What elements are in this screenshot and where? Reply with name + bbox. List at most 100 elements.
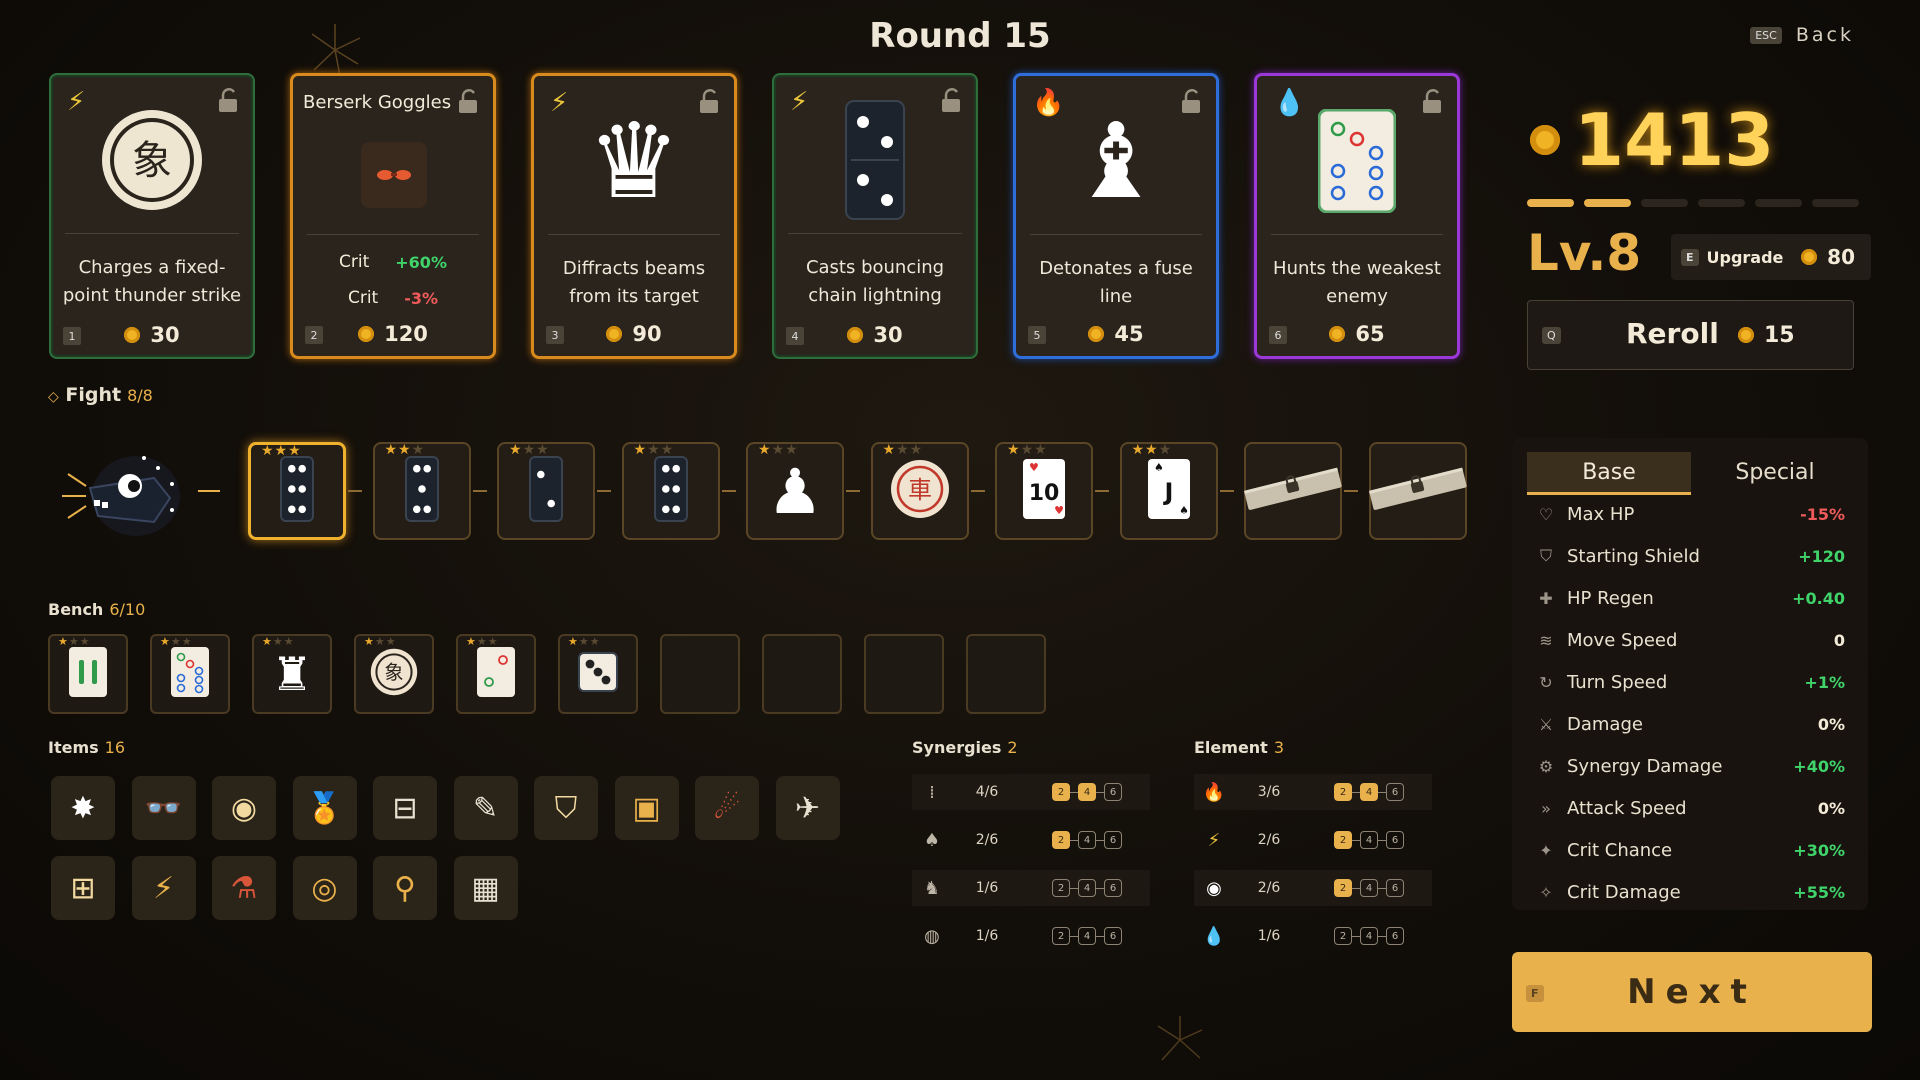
fight-slot[interactable]: ★★★ bbox=[372, 442, 471, 540]
stat-label: Crit Chance bbox=[1567, 839, 1673, 861]
next-button[interactable]: F Next bbox=[1512, 952, 1872, 1032]
fight-slot[interactable]: ★★★ 車 bbox=[870, 442, 969, 540]
synergy-row[interactable]: ♠ 2/6 2 4 6 bbox=[912, 822, 1150, 858]
reroll-button[interactable]: Q Reroll 15 bbox=[1527, 300, 1854, 370]
domino-piece bbox=[820, 100, 930, 220]
burst-icon[interactable]: ✸ bbox=[51, 776, 115, 840]
target-stick-icon[interactable]: ◎ bbox=[292, 856, 357, 920]
tray-icon[interactable]: ⊞ bbox=[51, 856, 115, 920]
mahjong-tile-piece bbox=[1302, 106, 1412, 216]
dumbbell-icon[interactable]: ⊟ bbox=[373, 776, 437, 840]
shop-card-1[interactable]: ⚡ 象 Charges a fixed-point thunder strike… bbox=[49, 73, 255, 359]
bottle-icon[interactable]: ⚗ bbox=[212, 856, 276, 920]
tier-badge: 2 bbox=[1052, 927, 1070, 945]
tier-indicator: 246 bbox=[1052, 879, 1122, 897]
element-row[interactable]: ⚡ 2/6 2 4 6 bbox=[1194, 822, 1432, 858]
water-drop-icon: 💧 bbox=[1273, 88, 1306, 118]
meteor-icon[interactable]: ☄ bbox=[695, 776, 759, 840]
card-description: Diffracts beams from its target bbox=[562, 258, 706, 307]
bench-slot-empty[interactable] bbox=[864, 634, 944, 714]
ring-icon[interactable]: ◉ bbox=[212, 776, 276, 840]
tab-base[interactable]: Base bbox=[1527, 452, 1691, 495]
stat-label: Damage bbox=[1567, 713, 1643, 735]
element-row[interactable]: 💧 1/6 2 4 6 bbox=[1194, 918, 1432, 954]
shop-card-2[interactable]: Berserk Goggles Crit +60% Crit -3% 2 120 bbox=[290, 73, 496, 359]
bird-icon[interactable]: ✈ bbox=[775, 776, 840, 840]
bench-slot[interactable]: ★★★ bbox=[558, 634, 638, 714]
fight-slot[interactable]: ★★★ ♟ bbox=[746, 442, 844, 540]
upgrade-button[interactable]: E Upgrade 80 bbox=[1671, 234, 1871, 280]
star-rating: ★★★ bbox=[261, 443, 302, 459]
next-label: Next bbox=[1627, 972, 1757, 1012]
domino-6-piece bbox=[280, 456, 314, 526]
svg-text:♠: ♠ bbox=[1154, 461, 1164, 474]
svg-text:車: 車 bbox=[908, 476, 932, 504]
shop-card-5[interactable]: 🔥 ♝ Detonates a fuse line 5 45 bbox=[1013, 73, 1219, 359]
canister-icon[interactable]: ▣ bbox=[614, 776, 679, 840]
star-rating: ★★★ bbox=[882, 442, 924, 458]
fight-slot-locked[interactable] bbox=[1368, 442, 1467, 540]
mahjong-dots-piece bbox=[170, 646, 210, 702]
medal-icon[interactable]: 🏅 bbox=[292, 776, 357, 840]
back-label: Back bbox=[1795, 24, 1854, 46]
battery-icon[interactable]: ⚡ bbox=[131, 856, 196, 920]
heart-icon: ♡ bbox=[1538, 504, 1554, 524]
synergies-header: Synergies 2 bbox=[912, 738, 1018, 757]
next-key-hint: F bbox=[1526, 985, 1544, 1002]
matchstick-icon[interactable]: ⚲ bbox=[373, 856, 437, 920]
bench-slot-empty[interactable] bbox=[762, 634, 842, 714]
star-rating: ★★★ bbox=[364, 635, 397, 648]
wand-icon[interactable]: ✎ bbox=[453, 776, 518, 840]
domino-icon: ⁞ bbox=[929, 781, 935, 803]
synergy-row[interactable]: ◍ 1/6 2 4 6 bbox=[912, 918, 1150, 954]
star-rating: ★★★ bbox=[384, 442, 426, 458]
back-button[interactable]: ESC Back bbox=[1750, 24, 1854, 46]
xp-pip bbox=[1641, 199, 1688, 207]
bench-slot[interactable]: ★★★ 象 bbox=[354, 634, 434, 714]
synergy-row[interactable]: ⁞ 4/6 2 4 6 bbox=[912, 774, 1150, 810]
bench-slot[interactable]: ★★★ bbox=[150, 634, 230, 714]
lock-toggle-icon[interactable] bbox=[217, 87, 241, 113]
bench-slot-empty[interactable] bbox=[660, 634, 740, 714]
element-row[interactable]: 🔥 3/6 2 4 6 bbox=[1194, 774, 1432, 810]
lock-toggle-icon[interactable] bbox=[1421, 88, 1445, 114]
goggles-icon[interactable]: 👓 bbox=[131, 776, 196, 840]
bench-slot[interactable]: ★★★ bbox=[456, 634, 536, 714]
lock-toggle-icon[interactable] bbox=[457, 88, 481, 114]
slot-connector bbox=[721, 490, 736, 492]
lock-toggle-icon[interactable] bbox=[940, 87, 964, 113]
coin-icon bbox=[1530, 125, 1560, 155]
card-price: 90 bbox=[534, 322, 734, 346]
fight-slot-locked[interactable] bbox=[1244, 442, 1342, 540]
bench-slot[interactable]: ★★★ ♜ bbox=[252, 634, 332, 714]
lamp-icon[interactable]: ⛉ bbox=[534, 776, 598, 840]
sparkles-icon: ✧ bbox=[1539, 882, 1553, 902]
fight-slot[interactable]: ★★★ bbox=[497, 442, 595, 540]
fight-header: ◇ Fight 8/8 bbox=[48, 384, 153, 406]
fight-slot[interactable]: ★★★ bbox=[621, 442, 720, 540]
bench-slot-empty[interactable] bbox=[966, 634, 1046, 714]
stat-value: +30% bbox=[1793, 840, 1845, 860]
synergy-count: 1/6 bbox=[975, 928, 999, 944]
element-count: 1/6 bbox=[1257, 928, 1281, 944]
fight-slot[interactable]: ★★★ ♠ J ♠ bbox=[1119, 442, 1218, 540]
bench-slot[interactable]: ★★★ bbox=[48, 634, 128, 714]
lock-toggle-icon[interactable] bbox=[698, 88, 722, 114]
tab-special[interactable]: Special bbox=[1700, 452, 1850, 492]
fight-slot[interactable]: ★★★ bbox=[248, 442, 346, 540]
fight-slot[interactable]: ★★★ ♥ 10 ♥ bbox=[995, 442, 1093, 540]
shop-card-4[interactable]: ⚡ Casts bouncing chain lightning 4 30 bbox=[772, 73, 978, 359]
tier-badge: 4 bbox=[1078, 927, 1096, 945]
lock-toggle-icon[interactable] bbox=[1180, 88, 1204, 114]
shop-card-3[interactable]: ⚡ ♛ Diffracts beams from its target 3 90 bbox=[531, 73, 737, 359]
stat-value: +1% bbox=[1804, 672, 1845, 692]
star-rating: ★★★ bbox=[58, 635, 91, 648]
grid-tile-icon[interactable]: ▦ bbox=[453, 856, 518, 920]
chess-bishop-piece: ♝ bbox=[1069, 100, 1163, 222]
coin-icon bbox=[358, 326, 375, 342]
element-row[interactable]: ◉ 2/6 2 4 6 bbox=[1194, 870, 1432, 906]
shop-card-6[interactable]: 💧 Hunts the weakest enemy 6 65 bbox=[1254, 73, 1460, 359]
stat-value: +55% bbox=[1793, 882, 1845, 902]
synergy-row[interactable]: ♞ 1/6 2 4 6 bbox=[912, 870, 1150, 906]
card-description: Detonates a fuse line bbox=[1039, 258, 1193, 307]
